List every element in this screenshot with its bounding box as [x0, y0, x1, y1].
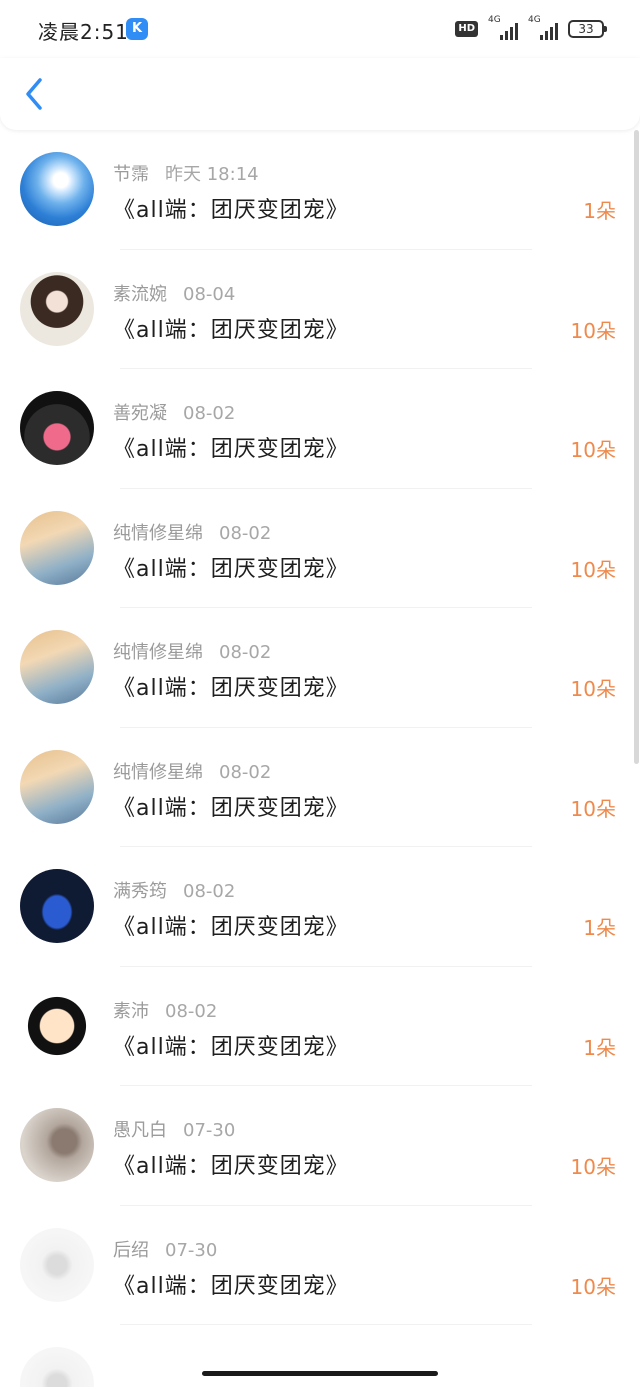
gift-date: 08-02: [165, 1000, 218, 1022]
gift-amount: 10朵: [570, 438, 616, 462]
sender-line: 节霈 昨天 18:14: [113, 160, 259, 186]
sender-name: 节霈: [113, 164, 149, 185]
gift-row[interactable]: 纯情修星绵 08-02 《all端：团厌变团宠》 10朵: [0, 489, 632, 608]
avatar[interactable]: [20, 271, 94, 346]
sender-line: 后绍 07-30: [113, 1236, 217, 1262]
sender-line: 素流婉 08-04: [113, 280, 235, 306]
gift-amount: 10朵: [570, 1274, 616, 1299]
gift-date: 08-02: [219, 642, 272, 663]
avatar[interactable]: [20, 152, 94, 226]
sender-line: 纯情修星绵 08-02: [113, 519, 271, 545]
sender-name: 纯情修星绵: [113, 761, 203, 783]
book-title: 《all端：团厌变团宠》: [113, 317, 349, 343]
gift-row[interactable]: 善宛凝 08-02 《all端：团厌变团宠》 10朵: [0, 369, 632, 489]
gift-amount: 1朵: [583, 916, 616, 940]
book-title: 《all端：团厌变团宠》: [113, 556, 349, 582]
avatar[interactable]: [20, 391, 94, 465]
gift-row[interactable]: 满秀筠 08-02 《all端：团厌变团宠》 1朵: [0, 847, 632, 967]
sender-name: 素沛: [113, 1000, 149, 1022]
book-title: 《all端：团厌变团宠》: [113, 1154, 349, 1179]
back-button[interactable]: [20, 76, 50, 112]
scrollbar[interactable]: [634, 130, 639, 764]
gift-date: 08-02: [219, 761, 272, 783]
sender-line: 善宛凝 08-02: [113, 399, 235, 425]
sender-line: 纯情修星绵 08-02: [113, 638, 271, 664]
nav-bar: [0, 58, 640, 130]
avatar[interactable]: [20, 510, 94, 585]
gift-row[interactable]: 节霈 昨天 18:14 《all端：团厌变团宠》 1朵: [0, 130, 632, 250]
gift-row[interactable]: 素流婉 08-04 《all端：团厌变团宠》 10朵: [0, 250, 632, 369]
sender-line: 满秀筠 08-02: [113, 877, 235, 903]
avatar[interactable]: [20, 988, 94, 1063]
avatar[interactable]: [20, 1227, 94, 1302]
gift-date: 08-04: [183, 283, 236, 305]
gift-date: 07-30: [183, 1120, 236, 1141]
gift-row[interactable]: 纯情修星绵 08-02 《all端：团厌变团宠》 10朵: [0, 608, 632, 728]
book-title: 《all端：团厌变团宠》: [113, 915, 349, 940]
hd-icon: HD: [455, 21, 478, 37]
book-title: 《all端：团厌变团宠》: [113, 795, 349, 821]
avatar[interactable]: [20, 749, 94, 824]
home-indicator[interactable]: [202, 1371, 438, 1376]
gift-row[interactable]: 纯情修星绵 08-02 《all端：团厌变团宠》 10朵: [0, 728, 632, 847]
gift-date: 08-02: [183, 403, 236, 424]
gift-date: 08-02: [219, 522, 272, 544]
status-bar: 凌晨2:51 K HD 4G 4G 33: [0, 0, 640, 58]
sender-line: 纯情修星绵 08-02: [113, 758, 271, 784]
chevron-left-icon: [26, 78, 42, 110]
network-type-label: 4G: [528, 15, 541, 25]
gift-date: 昨天 18:14: [165, 164, 259, 185]
sender-name: 善宛凝: [113, 403, 167, 424]
status-indicators: HD 4G 4G 33: [455, 14, 607, 44]
gift-date: 07-30: [165, 1239, 218, 1261]
gift-amount: 10朵: [570, 557, 616, 582]
app-notification-icon: K: [126, 18, 148, 40]
avatar[interactable]: [20, 630, 94, 704]
avatar[interactable]: [20, 1347, 94, 1387]
sender-line: 愚凡白 07-30: [113, 1116, 235, 1142]
book-title: 《all端：团厌变团宠》: [113, 1273, 349, 1299]
gift-row[interactable]: 素沛 08-02 《all端：团厌变团宠》 1朵: [0, 967, 632, 1086]
signal-icon: 4G: [528, 15, 558, 40]
gift-row-partial[interactable]: [0, 1325, 632, 1387]
gift-amount: 10朵: [570, 1155, 616, 1179]
sender-name: 后绍: [113, 1239, 149, 1261]
sender-line: 素沛 08-02: [113, 997, 217, 1023]
sender-name: 满秀筠: [113, 881, 167, 902]
gift-amount: 10朵: [570, 677, 616, 701]
gift-list[interactable]: 节霈 昨天 18:14 《all端：团厌变团宠》 1朵 素流婉 08-04 《all…: [0, 130, 632, 1387]
book-title: 《all端：团厌变团宠》: [113, 437, 349, 462]
gift-row[interactable]: 后绍 07-30 《all端：团厌变团宠》 10朵: [0, 1206, 632, 1325]
gift-row[interactable]: 愚凡白 07-30 《all端：团厌变团宠》 10朵: [0, 1086, 632, 1206]
sender-name: 纯情修星绵: [113, 522, 203, 544]
book-title: 《all端：团厌变团宠》: [113, 1034, 349, 1060]
sender-name: 愚凡白: [113, 1120, 167, 1141]
book-title: 《all端：团厌变团宠》: [113, 676, 349, 701]
avatar[interactable]: [20, 1108, 94, 1182]
gift-amount: 1朵: [583, 199, 616, 223]
status-time: 凌晨2:51: [38, 20, 129, 44]
battery-icon: 33: [568, 20, 607, 38]
avatar[interactable]: [20, 869, 94, 943]
network-type-label: 4G: [488, 15, 501, 25]
gift-date: 08-02: [183, 881, 236, 902]
signal-icon: 4G: [488, 15, 518, 40]
gift-amount: 1朵: [583, 1035, 616, 1060]
sender-name: 纯情修星绵: [113, 642, 203, 663]
book-title: 《all端：团厌变团宠》: [113, 198, 349, 223]
sender-name: 素流婉: [113, 283, 167, 305]
gift-amount: 10朵: [570, 318, 616, 343]
gift-amount: 10朵: [570, 796, 616, 821]
